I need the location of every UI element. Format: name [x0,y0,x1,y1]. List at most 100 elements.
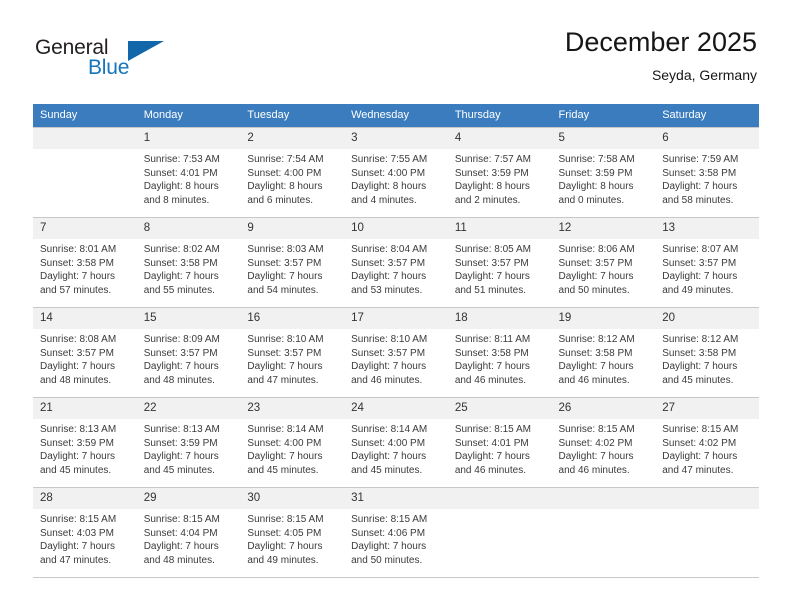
calendar-day-cell[interactable]: 28 Sunrise: 8:15 AM Sunset: 4:03 PM Dayligh… [33,487,137,578]
calendar-grid: Sunday Monday Tuesday Wednesday Thursday… [33,104,759,578]
calendar-week-row: 14 Sunrise: 8:08 AM Sunset: 3:57 PM Dayligh… [33,307,759,398]
sunrise-text: Sunrise: 8:03 AM [247,244,324,255]
daylight-text-line1: Daylight: 7 hours [247,361,323,373]
day-number: 14 [33,308,137,329]
sunset-text: Sunset: 4:00 PM [351,167,426,179]
daylight-text-line2: and 49 minutes. [247,554,319,566]
daylight-text-line1: Daylight: 7 hours [558,451,634,463]
daylight-text-line2: and 50 minutes. [351,554,423,566]
sunset-text: Sunset: 3:59 PM [558,167,633,179]
sunset-text: Sunset: 3:57 PM [247,257,322,269]
daylight-text-line2: and 0 minutes. [558,194,625,206]
calendar-day-cell[interactable]: 22 Sunrise: 8:13 AM Sunset: 3:59 PM Dayligh… [136,397,241,488]
calendar-day-cell[interactable]: 2 Sunrise: 7:54 AM Sunset: 4:00 PM Daylight… [240,127,345,218]
day-number: 12 [551,218,656,239]
calendar-day-cell[interactable]: 14 Sunrise: 8:08 AM Sunset: 3:57 PM Dayligh… [33,307,137,398]
calendar-day-cell[interactable]: 11 Sunrise: 8:05 AM Sunset: 3:57 PM Dayligh… [447,217,552,308]
calendar-day-cell[interactable]: 7 Sunrise: 8:01 AM Sunset: 3:58 PM Daylight… [33,217,137,308]
calendar-day-cell[interactable]: 16 Sunrise: 8:10 AM Sunset: 3:57 PM Dayligh… [240,307,345,398]
day-number: 28 [33,488,137,509]
day-number: 16 [240,308,345,329]
day-sun-info: Sunrise: 7:57 AM Sunset: 3:59 PM Daylight:… [448,149,552,207]
day-sun-info: Sunrise: 8:15 AM Sunset: 4:06 PM Daylight:… [344,509,448,567]
daylight-text-line2: and 46 minutes. [454,464,526,476]
day-number: 11 [447,218,552,239]
day-number: 3 [344,128,448,149]
day-number [33,128,137,149]
weekday-header-monday: Monday [136,104,241,128]
day-number [551,488,656,509]
daylight-text-line1: Daylight: 7 hours [40,361,116,373]
daylight-text-line2: and 6 minutes. [247,194,314,206]
calendar-day-cell[interactable]: 1 Sunrise: 7:53 AM Sunset: 4:01 PM Daylight… [136,127,241,218]
daylight-text-line2: and 49 minutes. [662,284,734,296]
calendar-page: General Blue December 2025 Seyda, German… [0,0,792,612]
sunset-text: Sunset: 3:57 PM [558,257,633,269]
calendar-day-cell[interactable]: 19 Sunrise: 8:12 AM Sunset: 3:58 PM Dayligh… [551,307,656,398]
calendar-day-cell[interactable]: 12 Sunrise: 8:06 AM Sunset: 3:57 PM Dayligh… [551,217,656,308]
weekday-header-sunday: Sunday [33,104,137,128]
sunset-text: Sunset: 3:59 PM [454,167,529,179]
day-sun-info: Sunrise: 8:05 AM Sunset: 3:57 PM Daylight:… [448,239,552,297]
sunset-text: Sunset: 3:58 PM [454,347,529,359]
sunrise-text: Sunrise: 7:53 AM [143,154,220,165]
calendar-day-cell-empty [447,487,552,578]
sunset-text: Sunset: 4:04 PM [143,527,218,539]
brand-logo[interactable]: General Blue [35,36,165,84]
daylight-text-line2: and 53 minutes. [351,284,423,296]
calendar-day-cell[interactable]: 20 Sunrise: 8:12 AM Sunset: 3:58 PM Dayligh… [655,307,759,398]
calendar-body: 1 Sunrise: 7:53 AM Sunset: 4:01 PM Daylight… [33,127,759,578]
calendar-day-cell[interactable]: 23 Sunrise: 8:14 AM Sunset: 4:00 PM Dayligh… [240,397,345,488]
calendar-week-row: 28 Sunrise: 8:15 AM Sunset: 4:03 PM Dayligh… [33,487,759,578]
day-number: 18 [447,308,552,329]
calendar-day-cell[interactable]: 6 Sunrise: 7:59 AM Sunset: 3:58 PM Daylight… [655,127,759,218]
calendar-day-cell[interactable]: 25 Sunrise: 8:15 AM Sunset: 4:01 PM Dayligh… [447,397,552,488]
weekday-header-thursday: Thursday [447,104,552,128]
calendar-day-cell[interactable]: 27 Sunrise: 8:15 AM Sunset: 4:02 PM Dayligh… [655,397,759,488]
day-number: 23 [240,398,345,419]
day-sun-info: Sunrise: 7:58 AM Sunset: 3:59 PM Daylight:… [552,149,656,207]
calendar-day-cell[interactable]: 18 Sunrise: 8:11 AM Sunset: 3:58 PM Dayligh… [447,307,552,398]
sunrise-text: Sunrise: 7:54 AM [247,154,324,165]
calendar-day-cell[interactable]: 10 Sunrise: 8:04 AM Sunset: 3:57 PM Dayligh… [344,217,448,308]
calendar-day-cell[interactable]: 9 Sunrise: 8:03 AM Sunset: 3:57 PM Daylight… [240,217,345,308]
daylight-text-line1: Daylight: 7 hours [351,271,427,283]
sunset-text: Sunset: 3:57 PM [351,257,426,269]
day-sun-info: Sunrise: 8:13 AM Sunset: 3:59 PM Daylight:… [33,419,137,477]
calendar-day-cell[interactable]: 15 Sunrise: 8:09 AM Sunset: 3:57 PM Dayligh… [136,307,241,398]
daylight-text-line2: and 47 minutes. [40,554,112,566]
sunset-text: Sunset: 4:01 PM [143,167,218,179]
calendar-day-cell[interactable]: 8 Sunrise: 8:02 AM Sunset: 3:58 PM Daylight… [136,217,241,308]
sunset-text: Sunset: 4:06 PM [351,527,426,539]
day-number: 26 [551,398,656,419]
calendar-week-row: 1 Sunrise: 7:53 AM Sunset: 4:01 PM Daylight… [33,127,759,218]
calendar-day-cell[interactable]: 24 Sunrise: 8:14 AM Sunset: 4:00 PM Dayligh… [344,397,448,488]
daylight-text-line1: Daylight: 7 hours [247,541,323,553]
calendar-day-cell[interactable]: 29 Sunrise: 8:15 AM Sunset: 4:04 PM Dayligh… [136,487,241,578]
sunrise-text: Sunrise: 8:10 AM [351,334,428,345]
calendar-day-cell[interactable]: 26 Sunrise: 8:15 AM Sunset: 4:02 PM Dayligh… [551,397,656,488]
sunrise-text: Sunrise: 8:13 AM [143,424,220,435]
daylight-text-line1: Daylight: 7 hours [143,361,219,373]
calendar-day-cell[interactable]: 13 Sunrise: 8:07 AM Sunset: 3:57 PM Dayligh… [655,217,759,308]
day-sun-info: Sunrise: 8:12 AM Sunset: 3:58 PM Daylight:… [655,329,759,387]
daylight-text-line1: Daylight: 7 hours [558,361,634,373]
calendar-day-cell[interactable]: 3 Sunrise: 7:55 AM Sunset: 4:00 PM Daylight… [344,127,448,218]
sunset-text: Sunset: 4:02 PM [558,437,633,449]
sunset-text: Sunset: 3:58 PM [40,257,114,269]
sunset-text: Sunset: 3:59 PM [40,437,114,449]
sunrise-text: Sunrise: 8:10 AM [247,334,324,345]
calendar-day-cell[interactable]: 4 Sunrise: 7:57 AM Sunset: 3:59 PM Daylight… [447,127,552,218]
calendar-day-cell[interactable]: 17 Sunrise: 8:10 AM Sunset: 3:57 PM Dayligh… [344,307,448,398]
day-sun-info: Sunrise: 8:15 AM Sunset: 4:03 PM Daylight:… [33,509,137,567]
sunrise-text: Sunrise: 8:13 AM [40,424,117,435]
day-number: 5 [551,128,656,149]
sunrise-text: Sunrise: 8:15 AM [247,514,324,525]
calendar-day-cell[interactable]: 5 Sunrise: 7:58 AM Sunset: 3:59 PM Daylight… [551,127,656,218]
calendar-day-cell[interactable]: 30 Sunrise: 8:15 AM Sunset: 4:05 PM Dayligh… [240,487,345,578]
daylight-text-line2: and 46 minutes. [558,464,630,476]
day-number: 7 [33,218,137,239]
sunset-text: Sunset: 3:58 PM [662,167,737,179]
calendar-day-cell[interactable]: 21 Sunrise: 8:13 AM Sunset: 3:59 PM Dayligh… [33,397,137,488]
calendar-day-cell[interactable]: 31 Sunrise: 8:15 AM Sunset: 4:06 PM Dayligh… [344,487,448,578]
